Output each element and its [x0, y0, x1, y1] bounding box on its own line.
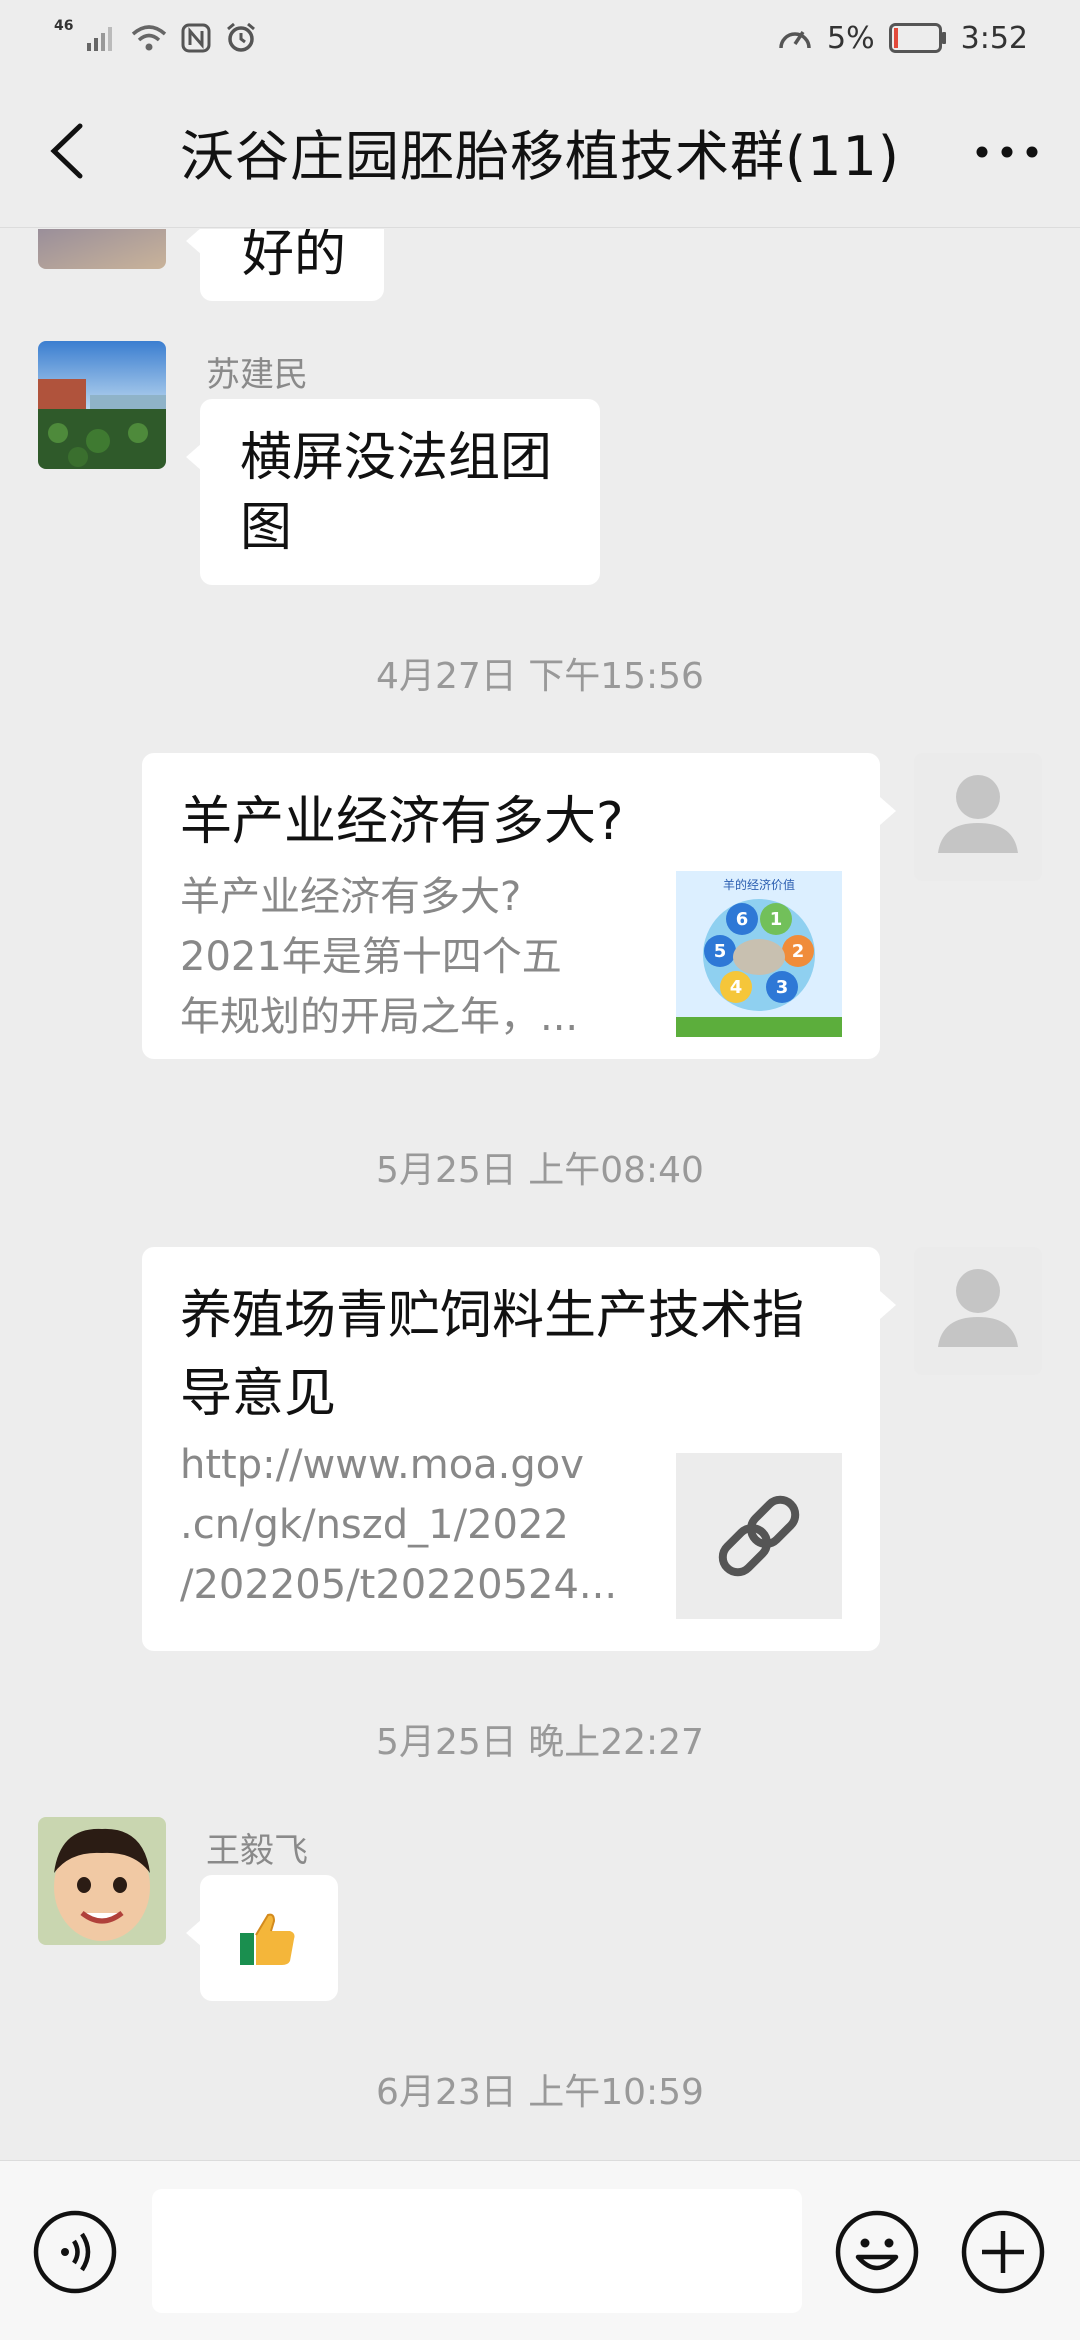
- clock: 3:52: [960, 20, 1028, 56]
- thumb-number: 1: [770, 909, 783, 930]
- status-left: 46: [54, 18, 257, 54]
- timestamp: 6月23日 上午10:59: [376, 2072, 704, 2113]
- card-description: http://www.moa.gov .cn/gk/nszd_1/2022 /2…: [180, 1435, 620, 1615]
- message-list[interactable]: 好的 苏建民 横屏没法组团 图 4月27日 下午15:56 羊产业经济有多大? …: [0, 229, 1080, 2160]
- card-desc-line: .cn/gk/nszd_1/2022: [180, 1502, 569, 1548]
- thumb-title: 羊的经济价值: [723, 877, 795, 892]
- message-text-line: 图: [240, 498, 293, 558]
- thumbs-up-icon: [240, 1913, 295, 1965]
- thumb-number: 2: [792, 941, 805, 962]
- avatar[interactable]: [38, 229, 166, 269]
- card-desc-line: /202205/t20220524...: [180, 1562, 618, 1608]
- message-input[interactable]: [152, 2189, 802, 2313]
- input-bar: [0, 2160, 1080, 2340]
- nfc-icon: [181, 23, 211, 53]
- card-desc-line: 年规划的开局之年，...: [180, 994, 579, 1040]
- voice-icon[interactable]: [32, 2209, 118, 2295]
- sender-name: 苏建民: [206, 355, 308, 395]
- network-type: 46: [54, 18, 74, 34]
- battery-icon: [888, 23, 946, 53]
- more-options-icon[interactable]: [972, 132, 1042, 172]
- avatar[interactable]: [38, 1817, 166, 1945]
- avatar-self[interactable]: [914, 1247, 1042, 1375]
- status-bar: 46 5% 3:52: [0, 0, 1080, 76]
- bubble-tail: [880, 797, 896, 825]
- thumb-number: 3: [776, 977, 789, 998]
- avatar[interactable]: [38, 341, 166, 469]
- message-bubble[interactable]: 横屏没法组团 图: [200, 399, 600, 585]
- speed-meter-icon: [779, 31, 811, 49]
- alarm-icon: [227, 22, 256, 52]
- smiley-icon[interactable]: [834, 2209, 920, 2295]
- timestamp: 5月25日 上午08:40: [376, 1150, 704, 1191]
- card-desc-line: 羊产业经济有多大?: [180, 874, 522, 920]
- card-title: 羊产业经济有多大?: [180, 792, 624, 852]
- sender-name: 王毅飞: [206, 1831, 308, 1871]
- thumb-number: 6: [736, 909, 749, 930]
- link-icon: [718, 1495, 800, 1577]
- thumb-number: 5: [714, 941, 727, 962]
- chat-title: 沃谷庄园胚胎移植技术群(11): [180, 125, 900, 188]
- card-desc-line: 2021年是第十四个五: [180, 934, 562, 980]
- card-title-line: 养殖场青贮饲料生产技术指: [180, 1286, 805, 1346]
- message-bubble[interactable]: 好的: [200, 229, 384, 301]
- back-arrow-icon[interactable]: [38, 118, 98, 184]
- card-thumbnail: 羊的经济价值 1 2 3 4 5 6: [676, 871, 842, 1037]
- status-right: 5% 3:52: [777, 21, 1028, 56]
- bubble-tail: [880, 1291, 896, 1319]
- avatar-image: [38, 1817, 166, 1945]
- default-avatar-icon: [938, 1269, 1018, 1347]
- card-title-line: 导意见: [180, 1364, 337, 1424]
- chat-header: 沃谷庄园胚胎移植技术群(11): [0, 76, 1080, 228]
- link-thumbnail: [676, 1453, 842, 1619]
- wifi-icon: [132, 25, 167, 51]
- thumb-number: 4: [730, 977, 743, 998]
- battery-percent: 5%: [827, 20, 875, 56]
- link-card[interactable]: 养殖场青贮饲料生产技术指 导意见 http://www.moa.gov .cn/…: [142, 1247, 880, 1651]
- article-card[interactable]: 羊产业经济有多大? 羊产业经济有多大? 2021年是第十四个五 年规划的开局之年…: [142, 753, 880, 1059]
- signal-icon: [87, 27, 113, 51]
- card-description: 羊产业经济有多大? 2021年是第十四个五 年规划的开局之年，...: [180, 867, 640, 1047]
- message-bubble[interactable]: [200, 1875, 338, 2001]
- timestamp: 4月27日 下午15:56: [376, 656, 704, 697]
- avatar-image: [38, 341, 166, 469]
- plus-icon[interactable]: [960, 2209, 1046, 2295]
- message-text-line: 横屏没法组团: [240, 428, 553, 488]
- default-avatar-icon: [938, 775, 1018, 853]
- avatar-self[interactable]: [914, 753, 1042, 881]
- card-desc-line: http://www.moa.gov: [180, 1442, 584, 1488]
- timestamp: 5月25日 晚上22:27: [376, 1722, 704, 1763]
- message-text: 好的: [242, 229, 347, 284]
